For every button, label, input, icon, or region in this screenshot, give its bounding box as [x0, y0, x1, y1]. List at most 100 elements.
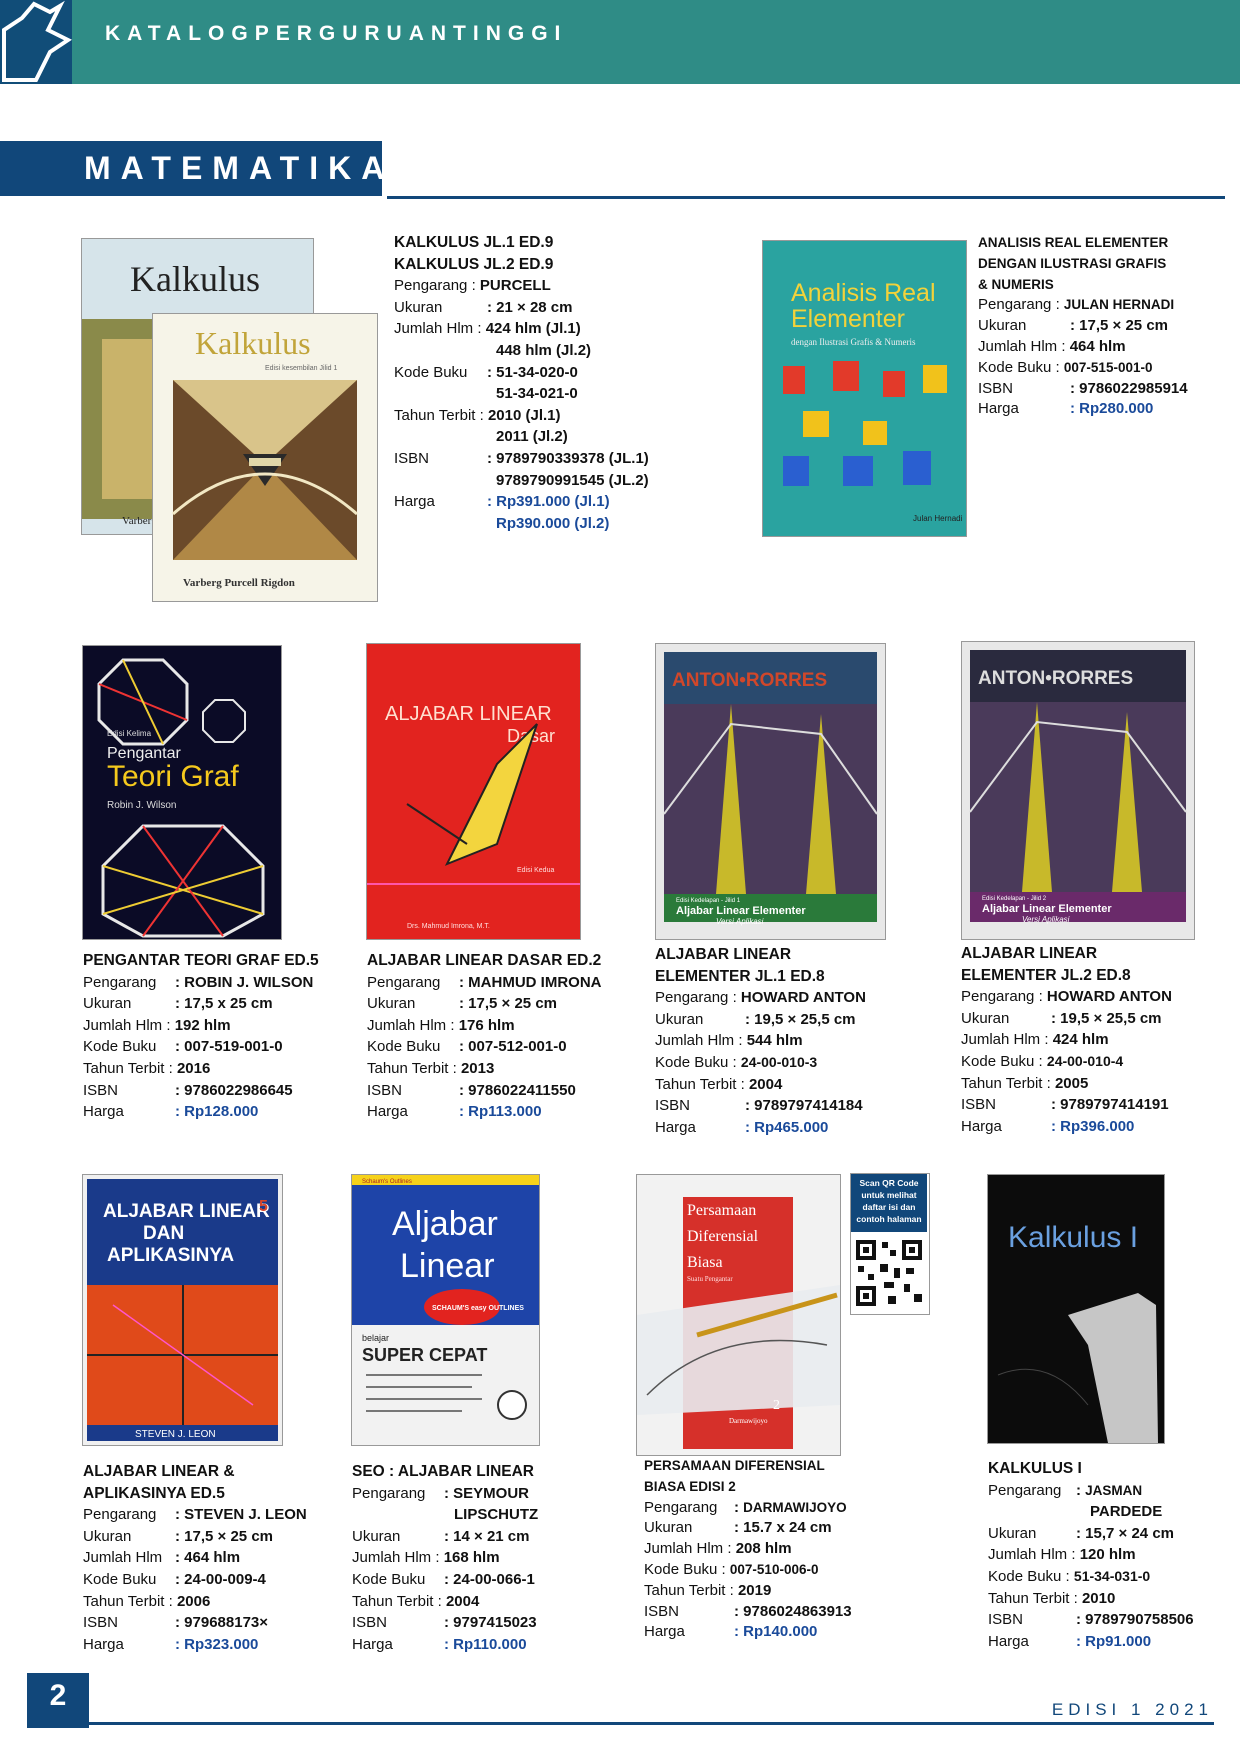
cover-title: Persamaan: [687, 1202, 756, 1219]
field-label: Jumlah Hlm: [961, 1031, 1041, 1049]
field-label: Pengarang: [655, 989, 729, 1007]
field-value: 9789790758506: [1085, 1611, 1194, 1629]
section-divider: [387, 196, 1225, 199]
book-cover-leon: ALJABAR LINEAR DAN APLIKASINYA 5 STEVEN …: [82, 1174, 283, 1446]
field-label: Kode Buku: [83, 1570, 157, 1588]
cover-author: Drs. Mahmud Imrona, M.T.: [407, 923, 490, 930]
field-label: Pengarang: [961, 988, 1035, 1006]
cover-title: Kalkulus: [195, 325, 311, 361]
cover-edition: 2: [773, 1398, 780, 1413]
field-value: 2016: [176, 1059, 211, 1077]
field-label: Kode Buku: [978, 358, 1052, 376]
cover-title: Teori Graf: [107, 760, 239, 793]
field-label: ISBN: [394, 449, 430, 467]
field-value: 979688173×: [184, 1614, 269, 1632]
field-value: 51-34-031-0: [1073, 1567, 1151, 1584]
book-cover-anton-jl1: ANTON•RORRES Edisi Kedelapan - Jilid 1 A…: [655, 643, 886, 940]
field-label: ISBN: [644, 1602, 680, 1620]
cover-brand: ANTON•RORRES: [978, 668, 1133, 689]
field-value: 24-00-009-4: [184, 1570, 266, 1588]
field-value: 424 hlm (Jl.1): [485, 320, 581, 338]
book-title: SEO : ALJABAR LINEAR: [352, 1463, 534, 1480]
field-label: Jumlah Hlm: [83, 1549, 163, 1567]
field-value: 24-00-066-1: [453, 1570, 535, 1588]
field-label: Jumlah Hlm: [83, 1016, 163, 1034]
field-label: Pengarang: [988, 1481, 1062, 1499]
field-label: Kode Buku: [394, 363, 468, 381]
field-value: 464 hlm: [1069, 337, 1126, 355]
price-value: Rp323.000: [184, 1635, 259, 1653]
field-label: Ukuran: [83, 995, 132, 1013]
cover-subtitle: SUPER CEPAT: [362, 1345, 487, 1365]
book-title: ELEMENTER JL.2 ED.8: [961, 966, 1131, 984]
book-title: KALKULUS JL.2 ED.9: [394, 255, 554, 273]
cover-edition: Edisi Kedelapan - Jilid 1: [676, 898, 741, 904]
cover-subtitle: dengan Ilustrasi Grafis & Numeris: [791, 337, 916, 347]
field-value: 9786022985914: [1079, 379, 1188, 397]
book-title: KALKULUS I: [988, 1460, 1082, 1477]
catalog-title: KATALOGPERGURUANTINGGI: [105, 22, 568, 45]
field-value: 007-515-001-0: [1063, 359, 1153, 375]
book-title: ANALISIS REAL ELEMENTER: [978, 235, 1169, 250]
field-label: Tahun Terbit: [367, 1059, 449, 1077]
cover-title: ALJABAR LINEAR: [103, 1201, 270, 1222]
field-label: Jumlah Hlm: [655, 1032, 735, 1050]
field-value: 2004: [748, 1075, 783, 1093]
field-label: Kode Buku: [367, 1038, 441, 1056]
price-value: Rp465.000: [754, 1118, 829, 1136]
field-value: 448 hlm (Jl.2): [496, 341, 592, 359]
field-value: 2013: [460, 1059, 495, 1077]
cover-authors: Varberg Purcell Rigdon: [183, 577, 295, 589]
book-info-seo-aljabar: SEO : ALJABAR LINEAR Pengarang: SEYMOUR …: [352, 1461, 592, 1655]
field-value: 24-00-010-3: [740, 1053, 818, 1070]
cover-edition: 5: [259, 1198, 268, 1215]
field-label: Tahun Terbit: [83, 1059, 165, 1077]
field-value: PARDEDE: [1090, 1503, 1163, 1521]
field-value: 544 hlm: [746, 1032, 803, 1050]
field-label: Harga: [988, 1632, 1029, 1650]
field-value: 2011 (Jl.2): [496, 428, 568, 446]
field-label: Harga: [655, 1118, 696, 1136]
field-label: Pengarang: [367, 973, 441, 991]
field-label: Ukuran: [83, 1527, 132, 1545]
cover-badge: SCHAUM'S easy OUTLINES: [432, 1305, 524, 1312]
cover-edition: Edisi Kedelapan - Jilid 2: [982, 896, 1047, 902]
field-label: Pengarang: [83, 1506, 157, 1524]
cover-title: Aljabar: [392, 1205, 498, 1243]
price-value: Rp128.000: [184, 1103, 259, 1121]
book-cover-persamaan-diferensial: Persamaan Diferensial Biasa Suatu Pengan…: [636, 1174, 841, 1456]
field-label: ISBN: [961, 1096, 997, 1114]
field-label: Pengarang: [394, 277, 468, 295]
field-value: STEVEN J. LEON: [184, 1506, 307, 1524]
book-cover-kalkulus-jl2: Kalkulus Edisi kesembilan Jilid 1 Varber…: [152, 313, 378, 602]
field-label: Pengarang: [644, 1498, 718, 1516]
cover-author: STEVEN J. LEON: [135, 1429, 216, 1440]
book-info-kalkulus-i: KALKULUS I Pengarang: JASMAN PARDEDE Uku…: [988, 1458, 1218, 1652]
field-value: ROBIN J. WILSON: [184, 973, 314, 991]
field-value: 15.7 x 24 cm: [743, 1519, 832, 1537]
field-label: Ukuran: [978, 317, 1027, 335]
book-info-persamaan-diferensial: PERSAMAAN DIFERENSIAL BIASA EDISI 2 Peng…: [644, 1456, 904, 1643]
field-label: Ukuran: [961, 1009, 1010, 1027]
qr-caption: Scan QR Code untuk melihat daftar isi da…: [851, 1174, 927, 1232]
book-title: APLIKASINYA ED.5: [83, 1484, 225, 1502]
book-cover-teori-graf: Edisi Kelima Pengantar Teori Graf Robin …: [82, 645, 282, 940]
field-label: Ukuran: [988, 1524, 1037, 1542]
cover-title: Kalkulus: [130, 259, 260, 299]
qr-code-icon[interactable]: [854, 1238, 924, 1308]
field-label: Pengarang: [83, 973, 157, 991]
field-value: 2004: [445, 1592, 480, 1610]
field-label: Ukuran: [644, 1519, 693, 1537]
cover-title: Aljabar Linear Elementer: [982, 903, 1112, 915]
book-info-anton-jl1: ALJABAR LINEAR ELEMENTER JL.1 ED.8 Penga…: [655, 944, 915, 1138]
book-title: ALJABAR LINEAR DASAR ED.2: [367, 952, 602, 969]
field-label: Jumlah Hlm: [644, 1540, 724, 1558]
field-label: Kode Buku: [644, 1560, 718, 1578]
field-value: 51-34-020-0: [496, 363, 578, 381]
field-label: ISBN: [83, 1081, 119, 1099]
field-value: 2010: [1081, 1589, 1116, 1607]
field-value: 120 hlm: [1079, 1546, 1136, 1564]
field-value: 9789797414191: [1060, 1096, 1169, 1114]
field-value: JASMAN: [1085, 1482, 1143, 1498]
book-title: ALJABAR LINEAR: [961, 945, 1098, 962]
